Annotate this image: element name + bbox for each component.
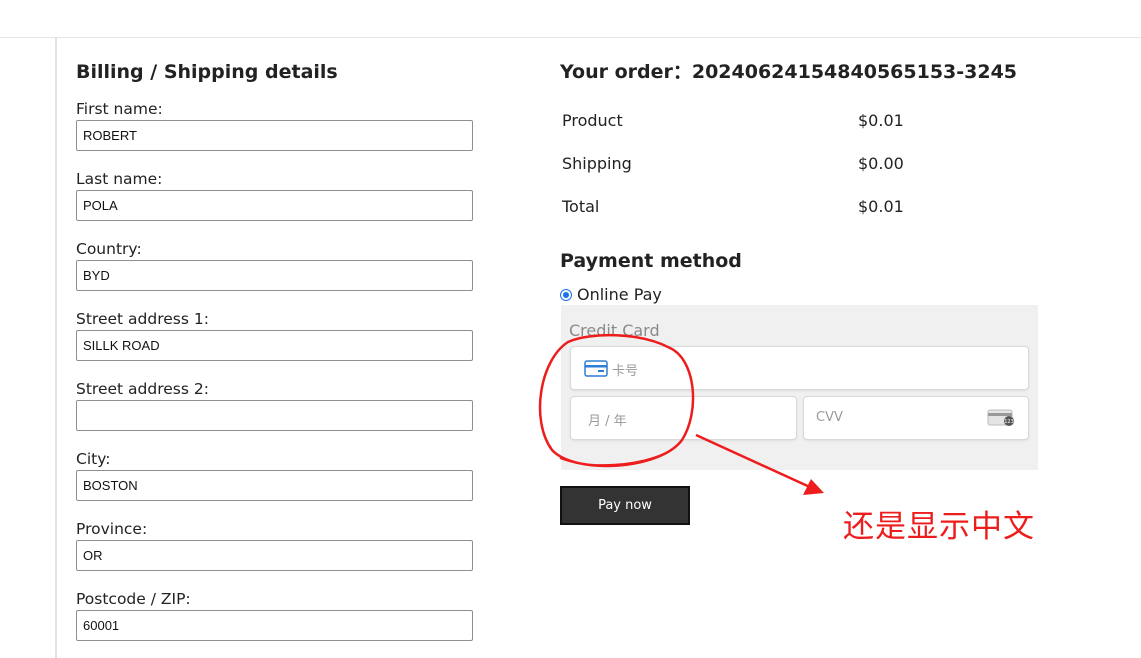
annotation-arrow-head bbox=[803, 479, 824, 495]
annotation-text: 还是显示中文 bbox=[843, 509, 1035, 545]
annotation-arrow-line bbox=[695, 433, 813, 490]
annotation-circle bbox=[538, 333, 695, 468]
annotation-circle-stroke bbox=[559, 451, 669, 467]
annotation-overlay bbox=[538, 333, 824, 495]
